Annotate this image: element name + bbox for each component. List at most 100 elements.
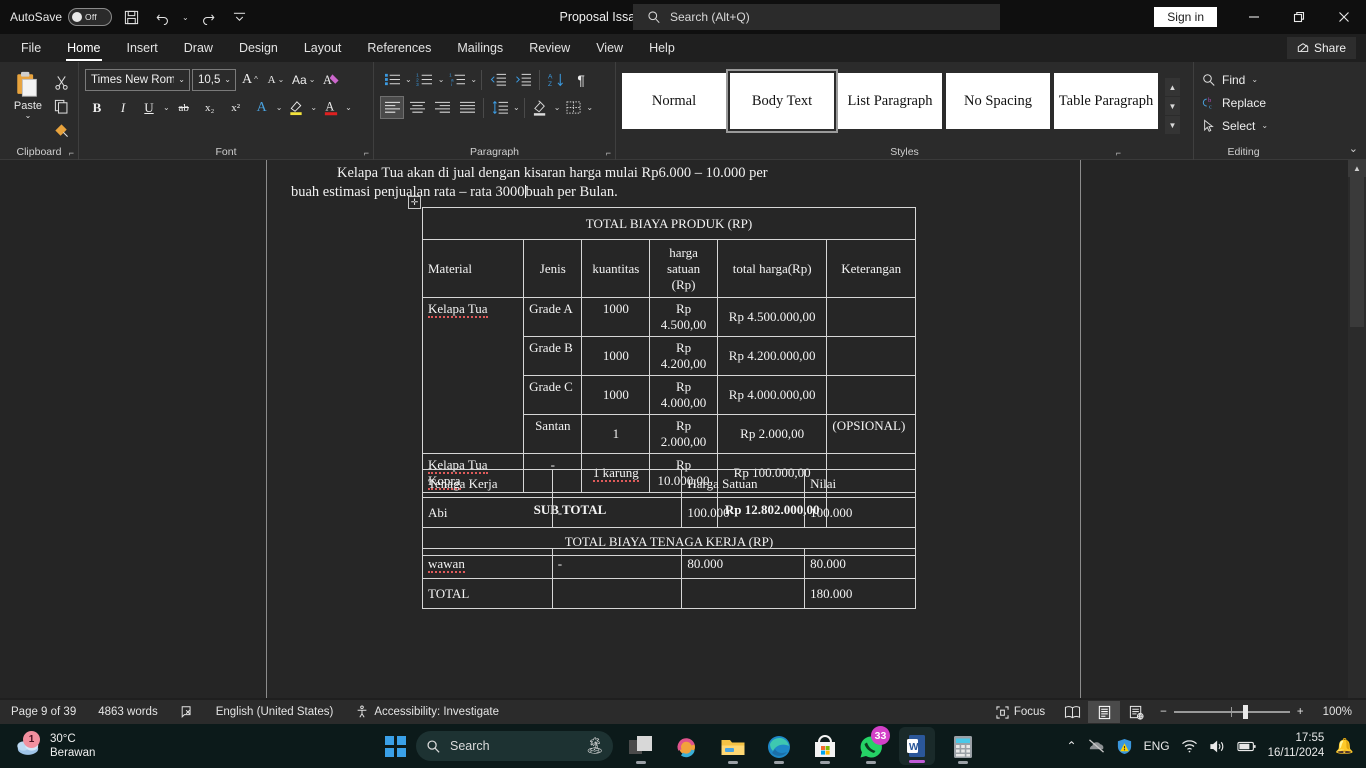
clipboard-dialog-launcher[interactable]: ⌐: [69, 148, 74, 158]
tab-help[interactable]: Help: [636, 34, 688, 62]
document-page[interactable]: Kelapa Tua akan di jual dengan kisaran h…: [266, 160, 1081, 698]
table-row-header[interactable]: Tenaga Kerja Harga Satuan Nilai: [422, 469, 916, 498]
find-button[interactable]: Find ⌄: [1200, 68, 1287, 91]
font-name-combo[interactable]: Times New Roma ⌄: [85, 68, 190, 91]
autosave-toggle[interactable]: Off: [68, 8, 113, 26]
zoom-out-button[interactable]: −: [1160, 706, 1167, 718]
styles-dialog-launcher[interactable]: ⌐: [1116, 148, 1121, 158]
zoom-track[interactable]: [1173, 705, 1290, 719]
chevron-down-icon[interactable]: ⌄: [178, 75, 185, 84]
table-row-header[interactable]: Material Jenis kuantitas harga satuan (R…: [421, 239, 916, 298]
line-spacing-icon[interactable]: [488, 96, 512, 119]
windows-start-icon[interactable]: [385, 735, 406, 757]
select-button[interactable]: Select ⌄: [1200, 114, 1287, 137]
style-normal[interactable]: Normal: [622, 73, 726, 129]
bold-button[interactable]: B: [85, 96, 109, 119]
tab-home[interactable]: Home: [54, 34, 113, 62]
tab-insert[interactable]: Insert: [114, 34, 171, 62]
borders-caret[interactable]: ⌄: [586, 103, 593, 112]
shading-caret[interactable]: ⌄: [554, 103, 561, 112]
onedrive-paused-icon[interactable]: [1088, 738, 1105, 754]
clear-formatting-icon[interactable]: A: [319, 68, 343, 91]
cut-icon[interactable]: [50, 72, 72, 92]
font-color-caret[interactable]: ⌄: [345, 103, 352, 112]
tray-expand-icon[interactable]: ⌃: [1067, 739, 1077, 753]
italic-button[interactable]: I: [111, 96, 135, 119]
chevron-down-icon[interactable]: ⌄: [224, 75, 231, 84]
paste-caret[interactable]: ⌄: [25, 111, 32, 120]
text-effects-caret[interactable]: ⌄: [276, 103, 283, 112]
align-right-icon[interactable]: [430, 96, 454, 119]
share-button[interactable]: Share: [1286, 37, 1356, 59]
accessibility-status[interactable]: Accessibility: Investigate: [344, 700, 510, 724]
grow-font-icon[interactable]: A ^: [238, 68, 262, 91]
tab-design[interactable]: Design: [226, 34, 291, 62]
language-indicator[interactable]: English (United States): [205, 700, 345, 724]
font-color-icon[interactable]: A: [319, 96, 343, 119]
styles-scroll-up-icon[interactable]: ▲: [1165, 78, 1180, 96]
word-count[interactable]: 4863 words: [87, 700, 168, 724]
windows-security-warning-icon[interactable]: [1116, 738, 1133, 755]
tab-mailings[interactable]: Mailings: [444, 34, 516, 62]
volume-icon[interactable]: [1209, 739, 1226, 754]
document-canvas[interactable]: Kelapa Tua akan di jual dengan kisaran h…: [0, 160, 1366, 698]
subscript-button[interactable]: x₂: [198, 96, 222, 119]
underline-caret[interactable]: ⌄: [163, 103, 170, 112]
line-spacing-caret[interactable]: ⌄: [513, 103, 520, 112]
style-body-text[interactable]: Body Text: [726, 69, 838, 133]
sign-in-button[interactable]: Sign in: [1154, 7, 1217, 27]
biaya-tenaga-kerja-table[interactable]: Tenaga Kerja Harga Satuan Nilai Abi - 10…: [422, 469, 916, 528]
multilevel-list-icon[interactable]: 1 a i: [445, 68, 469, 91]
battery-icon[interactable]: [1236, 740, 1257, 753]
table-row-title[interactable]: TOTAL BIAYA PRODUK (RP): [422, 207, 916, 240]
multilevel-caret[interactable]: ⌄: [470, 75, 477, 84]
shading-icon[interactable]: [529, 96, 553, 119]
style-no-spacing[interactable]: No Spacing: [946, 73, 1050, 129]
undo-dropdown-caret[interactable]: ⌄: [182, 13, 189, 22]
replace-button[interactable]: b c Replace: [1200, 91, 1287, 114]
table-row-total[interactable]: TOTAL 180.000: [422, 578, 916, 609]
collapse-ribbon-icon[interactable]: ⌄: [1349, 142, 1358, 155]
strikethrough-button[interactable]: ab: [172, 96, 196, 119]
wifi-icon[interactable]: [1181, 739, 1198, 754]
style-list-paragraph[interactable]: List Paragraph: [838, 73, 942, 129]
select-caret[interactable]: ⌄: [1261, 121, 1268, 130]
scroll-up-arrow[interactable]: ▲: [1348, 160, 1366, 177]
numbering-caret[interactable]: ⌄: [438, 75, 445, 84]
vertical-scrollbar[interactable]: ▲: [1348, 160, 1366, 698]
store-icon[interactable]: [807, 726, 843, 766]
word-icon[interactable]: W: [899, 727, 935, 765]
print-layout-icon[interactable]: [1088, 701, 1121, 723]
customize-quick-access-icon[interactable]: [227, 5, 253, 29]
shrink-font-icon[interactable]: A ⌄: [264, 68, 288, 91]
weather-widget[interactable]: 1 30°C Berawan: [0, 730, 95, 761]
bullets-icon[interactable]: [380, 68, 404, 91]
change-case-icon[interactable]: Aa ⌄: [290, 68, 317, 91]
find-caret[interactable]: ⌄: [1251, 75, 1258, 84]
zoom-in-button[interactable]: +: [1297, 706, 1304, 718]
superscript-button[interactable]: x²: [224, 96, 248, 119]
task-view-icon[interactable]: [623, 726, 659, 766]
align-center-icon[interactable]: [405, 96, 429, 119]
highlight-caret[interactable]: ⌄: [310, 103, 317, 112]
calculator-icon[interactable]: [945, 726, 981, 766]
close-icon[interactable]: [1321, 0, 1366, 34]
format-painter-icon[interactable]: [50, 120, 72, 140]
zoom-level[interactable]: 100%: [1312, 700, 1366, 724]
page-indicator[interactable]: Page 9 of 39: [0, 700, 87, 724]
taskbar-clock[interactable]: 17:55 16/11/2024: [1268, 731, 1325, 761]
notification-bell-icon[interactable]: 🔔: [1335, 737, 1354, 755]
copilot-icon[interactable]: [669, 726, 705, 766]
table-move-handle[interactable]: ✛: [408, 196, 421, 209]
increase-indent-icon[interactable]: [511, 68, 535, 91]
minimize-icon[interactable]: [1231, 0, 1276, 34]
copy-icon[interactable]: [50, 96, 72, 116]
numbering-icon[interactable]: 1 2 3: [413, 68, 437, 91]
highlight-icon[interactable]: [284, 96, 308, 119]
save-icon[interactable]: [118, 5, 144, 29]
tab-draw[interactable]: Draw: [171, 34, 226, 62]
scrollbar-thumb[interactable]: [1350, 177, 1364, 327]
text-effects-icon[interactable]: A: [250, 96, 274, 119]
styles-scroll-down-icon[interactable]: ▼: [1165, 97, 1180, 115]
tab-layout[interactable]: Layout: [291, 34, 355, 62]
